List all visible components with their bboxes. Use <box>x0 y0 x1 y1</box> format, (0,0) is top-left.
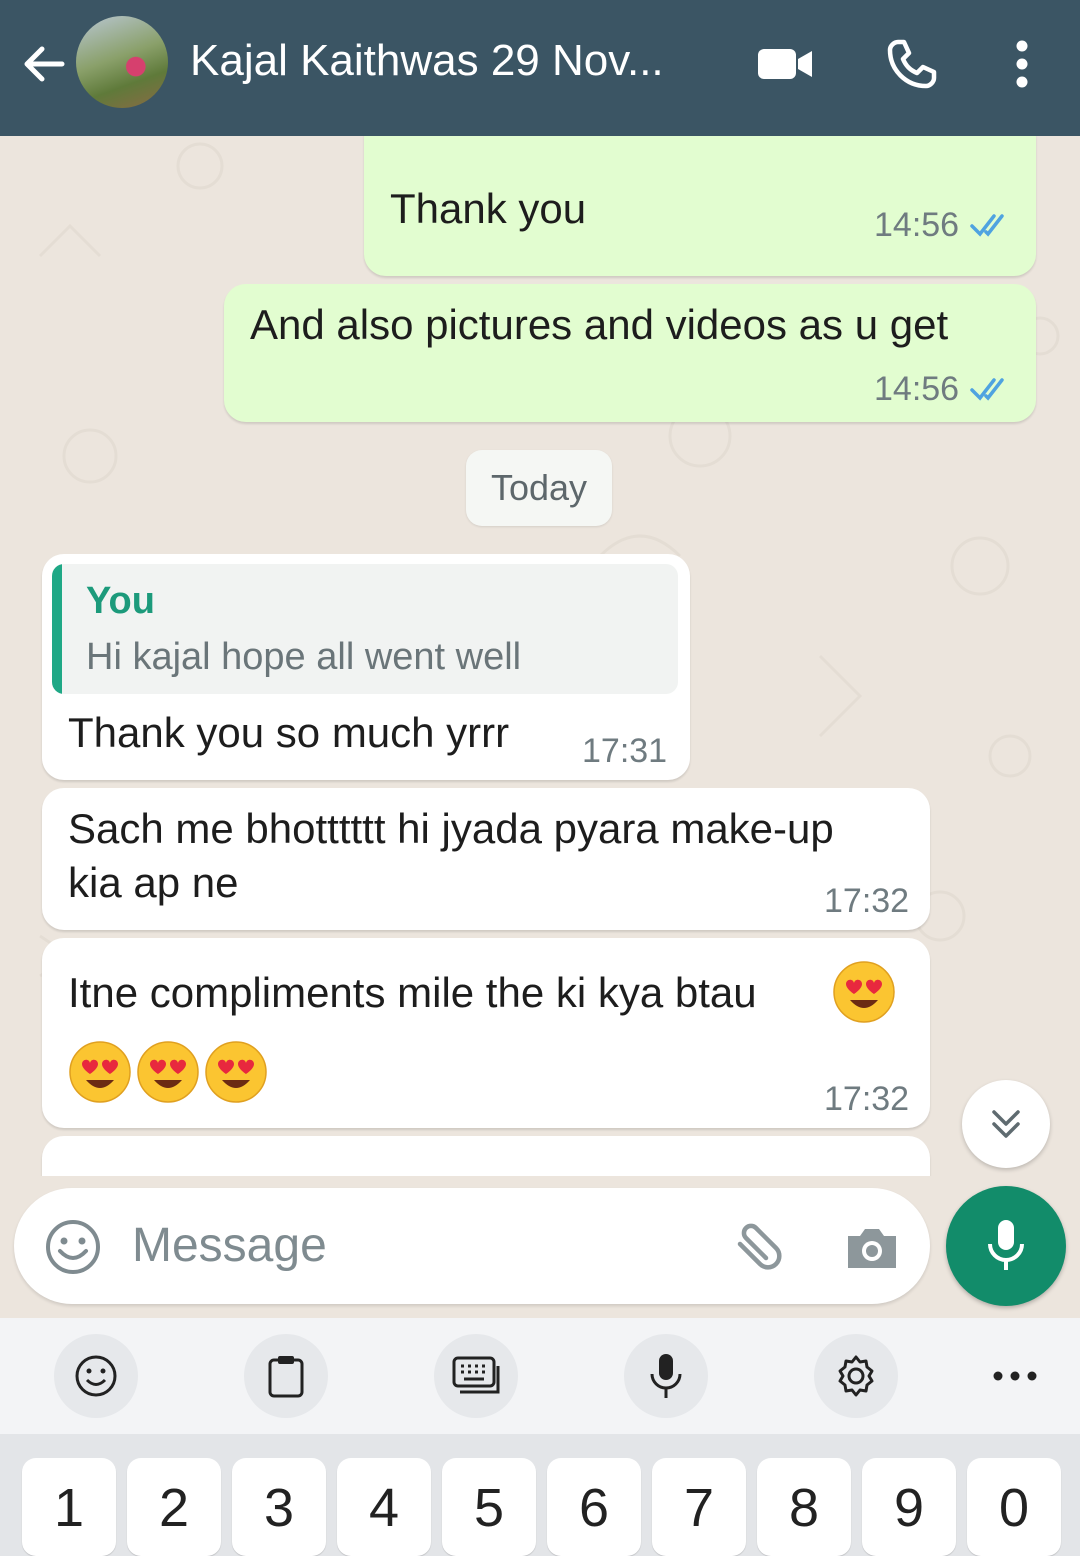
message-text-line: Sach me bhotttttt hi jyada pyara make-up <box>68 805 834 852</box>
message-text: Thank you so much yrrr <box>68 709 510 756</box>
more-options-icon[interactable] <box>992 34 1052 94</box>
message-time: 17:32 <box>824 882 910 920</box>
message-bubble-outgoing[interactable]: And also pictures and videos as u get 14… <box>224 284 1036 422</box>
message-bubble-incoming[interactable]: Sach me bhotttttt hi jyada pyara make-up… <box>42 788 930 930</box>
microphone-icon <box>988 1220 1024 1270</box>
clipboard-icon <box>268 1356 304 1398</box>
microphone-icon <box>650 1354 682 1398</box>
contact-name[interactable]: Kajal Kaithwas 29 Nov... <box>190 36 710 86</box>
message-time: 17:31 <box>582 732 668 770</box>
message-time: 14:56 <box>874 206 960 244</box>
key-8[interactable]: 8 <box>757 1458 851 1556</box>
keyboard-settings-button[interactable] <box>814 1334 898 1418</box>
keyboard-icon <box>452 1356 500 1394</box>
heart-eyes-emoji-icon <box>205 1041 267 1103</box>
message-text: Thank you <box>390 185 587 232</box>
key-9[interactable]: 9 <box>862 1458 956 1556</box>
heart-eyes-emoji-icon <box>137 1041 199 1103</box>
gear-icon <box>838 1355 874 1397</box>
double-chevron-down-icon <box>992 1110 1020 1138</box>
voice-record-button[interactable] <box>946 1186 1066 1306</box>
message-time: 14:56 <box>874 370 960 408</box>
video-call-icon[interactable] <box>756 34 816 94</box>
message-text: Itne compliments mile the ki kya btau <box>68 969 757 1016</box>
key-3[interactable]: 3 <box>232 1458 326 1556</box>
quote-accent-bar <box>52 564 62 694</box>
keyboard-toolbar <box>0 1318 1080 1434</box>
emoji-picker-icon[interactable] <box>44 1218 102 1276</box>
key-2[interactable]: 2 <box>127 1458 221 1556</box>
quote-text: Hi kajal hope all went well <box>86 636 522 678</box>
key-4[interactable]: 4 <box>337 1458 431 1556</box>
key-1[interactable]: 1 <box>22 1458 116 1556</box>
date-divider: Today <box>466 450 612 526</box>
key-7[interactable]: 7 <box>652 1458 746 1556</box>
message-text: And also pictures and videos as u get <box>250 301 949 348</box>
scroll-to-bottom-button[interactable] <box>962 1080 1050 1168</box>
heart-eyes-emoji-icon <box>69 1041 131 1103</box>
heart-eyes-emoji-icon <box>833 961 895 1023</box>
smiley-icon <box>75 1355 117 1397</box>
message-text-line: kia ap ne <box>68 859 239 906</box>
phone-call-icon[interactable] <box>882 34 942 94</box>
quoted-reply[interactable]: You Hi kajal hope all went well <box>52 564 678 694</box>
keyboard-emoji-button[interactable] <box>54 1334 138 1418</box>
read-receipt-icon <box>970 378 1004 401</box>
quote-author: You <box>86 580 155 622</box>
key-0[interactable]: 0 <box>967 1458 1061 1556</box>
chat-header: Kajal Kaithwas 29 Nov... <box>0 0 1080 136</box>
contact-avatar[interactable] <box>76 16 168 108</box>
message-bubble-outgoing[interactable]: Thank you 14:56 <box>364 136 1036 276</box>
message-list[interactable]: Thank you 14:56 And also pictures and vi… <box>0 136 1080 1176</box>
keyboard-layout-button[interactable] <box>434 1334 518 1418</box>
more-horizontal-icon[interactable] <box>990 1364 1040 1388</box>
key-6[interactable]: 6 <box>547 1458 641 1556</box>
keyboard-clipboard-button[interactable] <box>244 1334 328 1418</box>
message-input[interactable]: Message <box>132 1218 327 1273</box>
keyboard-voice-button[interactable] <box>624 1334 708 1418</box>
message-time: 17:32 <box>824 1080 910 1118</box>
message-bubble-incoming[interactable]: Itne compliments mile the ki kya btau 17… <box>42 938 930 1128</box>
back-arrow-icon[interactable] <box>18 38 70 90</box>
keyboard-number-row: 1 2 3 4 5 6 7 8 9 0 <box>0 1434 1080 1556</box>
paperclip-icon[interactable] <box>726 1218 786 1278</box>
read-receipt-icon <box>970 214 1004 237</box>
camera-icon[interactable] <box>842 1218 902 1278</box>
key-5[interactable]: 5 <box>442 1458 536 1556</box>
message-composer[interactable]: Message <box>14 1188 930 1304</box>
message-bubble-incoming-partial[interactable] <box>42 1136 930 1176</box>
